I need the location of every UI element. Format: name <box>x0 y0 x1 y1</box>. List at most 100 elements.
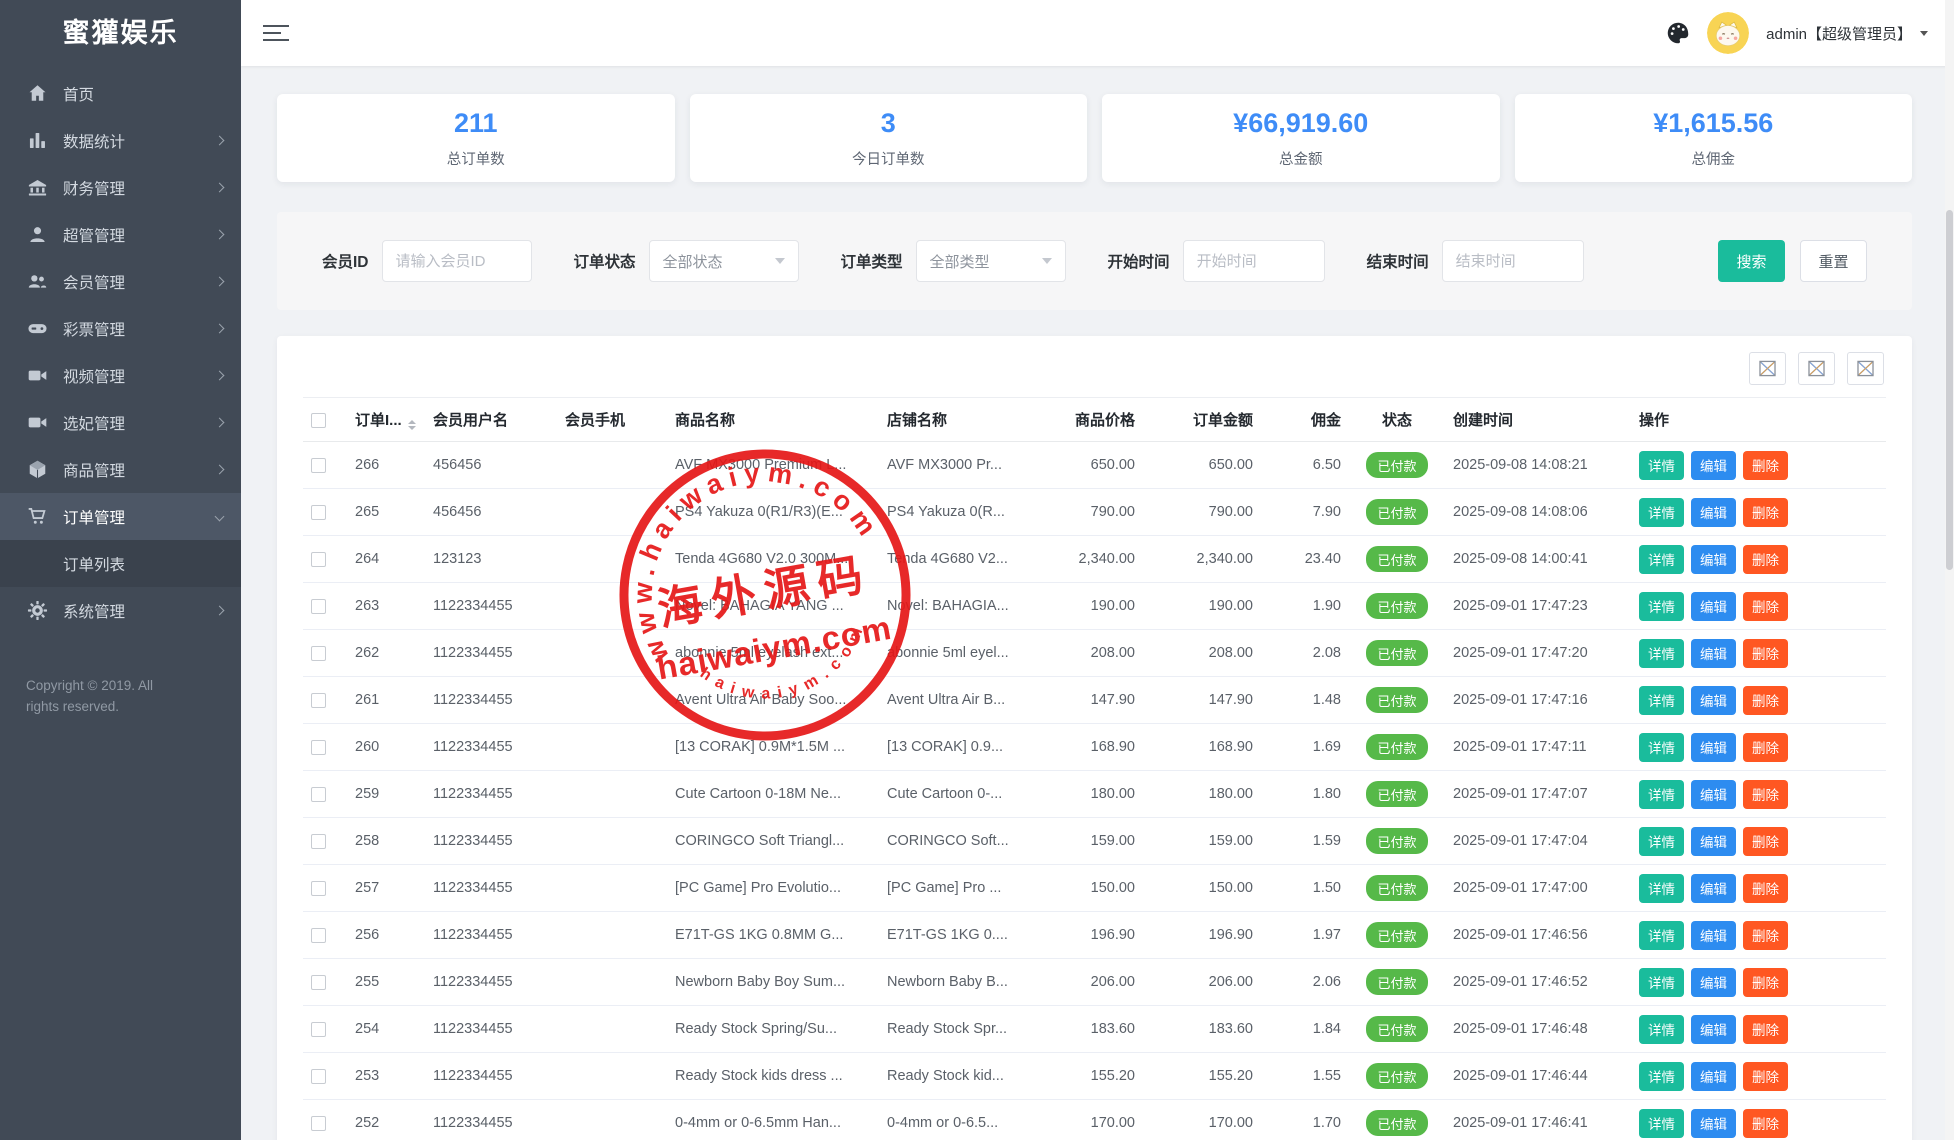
order-type-select[interactable]: 全部类型 <box>916 240 1066 282</box>
detail-button[interactable]: 详情 <box>1639 780 1684 809</box>
sidebar-item-members[interactable]: 会员管理 <box>0 258 241 305</box>
detail-button[interactable]: 详情 <box>1639 968 1684 997</box>
row-checkbox[interactable] <box>311 740 326 755</box>
row-checkbox[interactable] <box>311 599 326 614</box>
delete-button[interactable]: 删除 <box>1743 1109 1788 1138</box>
delete-button[interactable]: 删除 <box>1743 874 1788 903</box>
sidebar-item-orders[interactable]: 订单管理 <box>0 493 241 540</box>
row-checkbox[interactable] <box>311 1116 326 1131</box>
detail-button[interactable]: 详情 <box>1639 921 1684 950</box>
detail-button[interactable]: 详情 <box>1639 592 1684 621</box>
row-checkbox[interactable] <box>311 1022 326 1037</box>
sidebar-item-video[interactable]: 视频管理 <box>0 352 241 399</box>
row-checkbox[interactable] <box>311 552 326 567</box>
detail-button[interactable]: 详情 <box>1639 827 1684 856</box>
sort-icon[interactable] <box>408 420 416 430</box>
detail-button[interactable]: 详情 <box>1639 1062 1684 1091</box>
edit-button[interactable]: 编辑 <box>1691 1062 1736 1091</box>
detail-button[interactable]: 详情 <box>1639 498 1684 527</box>
table-tool-button-1[interactable] <box>1749 352 1786 385</box>
stat-card-0: 211总订单数 <box>277 94 675 182</box>
sidebar-item-order-list[interactable]: 订单列表 <box>0 540 241 587</box>
edit-button[interactable]: 编辑 <box>1691 639 1736 668</box>
table-row: 2631122334455Novel: BAHAGIA YANG ...Nove… <box>303 583 1886 630</box>
delete-button[interactable]: 删除 <box>1743 968 1788 997</box>
row-checkbox[interactable] <box>311 928 326 943</box>
user-avatar[interactable] <box>1707 12 1749 54</box>
delete-button[interactable]: 删除 <box>1743 780 1788 809</box>
delete-button[interactable]: 删除 <box>1743 686 1788 715</box>
edit-button[interactable]: 编辑 <box>1691 827 1736 856</box>
edit-button[interactable]: 编辑 <box>1691 1015 1736 1044</box>
end-time-input[interactable] <box>1442 240 1584 282</box>
sidebar-item-data-stats[interactable]: 数据统计 <box>0 117 241 164</box>
delete-button[interactable]: 删除 <box>1743 639 1788 668</box>
edit-button[interactable]: 编辑 <box>1691 733 1736 762</box>
delete-button[interactable]: 删除 <box>1743 1015 1788 1044</box>
delete-button[interactable]: 删除 <box>1743 592 1788 621</box>
detail-button[interactable]: 详情 <box>1639 1015 1684 1044</box>
delete-button[interactable]: 删除 <box>1743 451 1788 480</box>
cell-created: 2025-09-01 17:46:52 <box>1445 959 1631 1006</box>
row-checkbox[interactable] <box>311 505 326 520</box>
select-all-checkbox[interactable] <box>311 413 326 428</box>
row-checkbox[interactable] <box>311 787 326 802</box>
sidebar-item-finance[interactable]: 财务管理 <box>0 164 241 211</box>
edit-button[interactable]: 编辑 <box>1691 545 1736 574</box>
edit-button[interactable]: 编辑 <box>1691 874 1736 903</box>
row-checkbox[interactable] <box>311 881 326 896</box>
delete-button[interactable]: 删除 <box>1743 827 1788 856</box>
row-checkbox[interactable] <box>311 1069 326 1084</box>
detail-button[interactable]: 详情 <box>1639 1109 1684 1138</box>
edit-button[interactable]: 编辑 <box>1691 451 1736 480</box>
user-menu[interactable]: admin【超级管理员】 <box>1766 23 1928 44</box>
cell-price: 196.90 <box>1031 912 1143 959</box>
col-header-id[interactable]: 订单I... <box>347 398 425 442</box>
order-status-select[interactable]: 全部状态 <box>649 240 799 282</box>
chevron-right-icon <box>215 465 225 475</box>
row-checkbox[interactable] <box>311 975 326 990</box>
edit-button[interactable]: 编辑 <box>1691 592 1736 621</box>
table-tool-button-2[interactable] <box>1798 352 1835 385</box>
detail-button[interactable]: 详情 <box>1639 451 1684 480</box>
member-id-input[interactable] <box>382 240 532 282</box>
edit-button[interactable]: 编辑 <box>1691 921 1736 950</box>
edit-button[interactable]: 编辑 <box>1691 780 1736 809</box>
row-checkbox[interactable] <box>311 693 326 708</box>
sidebar-item-super-admin[interactable]: 超管管理 <box>0 211 241 258</box>
edit-button[interactable]: 编辑 <box>1691 498 1736 527</box>
edit-button[interactable]: 编辑 <box>1691 968 1736 997</box>
cell-commission: 1.55 <box>1261 1053 1349 1100</box>
table-tool-button-3[interactable] <box>1847 352 1884 385</box>
cell-checkbox <box>303 1100 347 1140</box>
delete-button[interactable]: 删除 <box>1743 545 1788 574</box>
cell-status: 已付款 <box>1349 583 1445 630</box>
window-scrollbar[interactable] <box>1945 0 1954 1140</box>
sidebar-toggle-icon[interactable] <box>263 20 289 46</box>
sidebar-item-lottery[interactable]: 彩票管理 <box>0 305 241 352</box>
detail-button[interactable]: 详情 <box>1639 639 1684 668</box>
edit-button[interactable]: 编辑 <box>1691 686 1736 715</box>
theme-palette-icon[interactable] <box>1666 21 1690 45</box>
row-checkbox[interactable] <box>311 458 326 473</box>
cell-shop: [PC Game] Pro ... <box>879 865 1031 912</box>
sidebar-item-concubine[interactable]: 选妃管理 <box>0 399 241 446</box>
delete-button[interactable]: 删除 <box>1743 498 1788 527</box>
start-time-input[interactable] <box>1183 240 1325 282</box>
row-checkbox[interactable] <box>311 646 326 661</box>
edit-button[interactable]: 编辑 <box>1691 1109 1736 1138</box>
sidebar-item-products[interactable]: 商品管理 <box>0 446 241 493</box>
delete-button[interactable]: 删除 <box>1743 733 1788 762</box>
detail-button[interactable]: 详情 <box>1639 874 1684 903</box>
scrollbar-thumb[interactable] <box>1946 210 1953 570</box>
row-checkbox[interactable] <box>311 834 326 849</box>
sidebar-item-home[interactable]: 首页 <box>0 70 241 117</box>
delete-button[interactable]: 删除 <box>1743 1062 1788 1091</box>
reset-button[interactable]: 重置 <box>1800 240 1867 282</box>
detail-button[interactable]: 详情 <box>1639 686 1684 715</box>
detail-button[interactable]: 详情 <box>1639 733 1684 762</box>
delete-button[interactable]: 删除 <box>1743 921 1788 950</box>
sidebar-item-system[interactable]: 系统管理 <box>0 587 241 634</box>
search-button[interactable]: 搜索 <box>1718 240 1785 282</box>
detail-button[interactable]: 详情 <box>1639 545 1684 574</box>
